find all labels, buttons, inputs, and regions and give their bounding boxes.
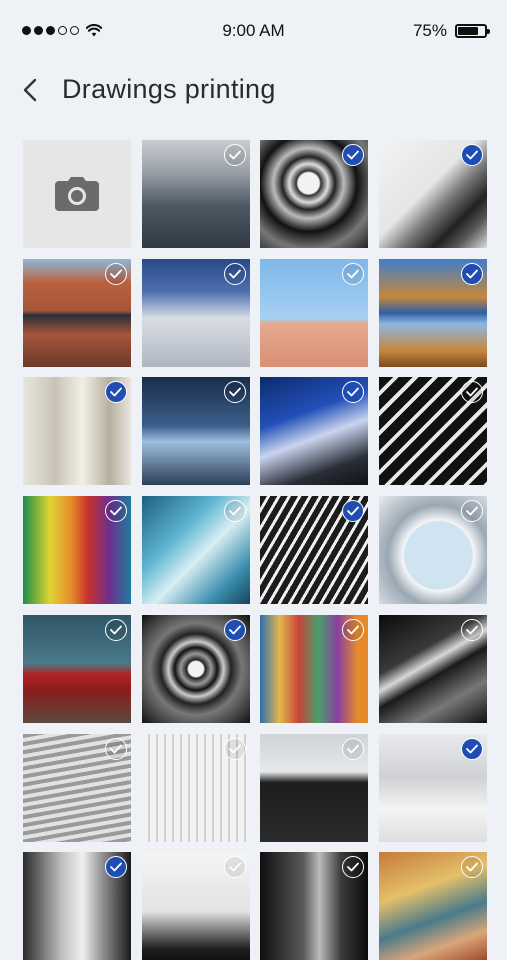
camera-button[interactable] xyxy=(23,140,131,248)
checkmark-unselected-icon[interactable] xyxy=(461,856,483,878)
checkmark-selected-icon[interactable] xyxy=(224,619,246,641)
checkmark-unselected-icon[interactable] xyxy=(224,381,246,403)
checkmark-selected-icon[interactable] xyxy=(342,144,364,166)
photo-tile[interactable] xyxy=(142,496,250,604)
photo-tile[interactable] xyxy=(260,496,368,604)
status-bar: 9:00 AM 75% xyxy=(0,0,507,62)
photo-tile[interactable] xyxy=(379,140,487,248)
checkmark-unselected-icon[interactable] xyxy=(342,738,364,760)
photo-tile[interactable] xyxy=(260,615,368,723)
photo-tile[interactable] xyxy=(142,140,250,248)
battery-percent: 75% xyxy=(412,21,447,40)
photo-tile[interactable] xyxy=(142,259,250,367)
photo-tile[interactable] xyxy=(142,852,250,960)
checkmark-unselected-icon[interactable] xyxy=(461,500,483,522)
chevron-left-icon[interactable] xyxy=(18,75,44,105)
photo-tile[interactable] xyxy=(23,734,131,842)
checkmark-selected-icon[interactable] xyxy=(461,738,483,760)
photo-tile[interactable] xyxy=(142,615,250,723)
photo-tile[interactable] xyxy=(142,377,250,485)
checkmark-unselected-icon[interactable] xyxy=(224,500,246,522)
checkmark-unselected-icon[interactable] xyxy=(105,619,127,641)
photo-tile[interactable] xyxy=(379,852,487,960)
photo-tile[interactable] xyxy=(379,377,487,485)
photo-tile[interactable] xyxy=(142,734,250,842)
checkmark-unselected-icon[interactable] xyxy=(342,856,364,878)
photo-tile[interactable] xyxy=(379,615,487,723)
checkmark-unselected-icon[interactable] xyxy=(224,856,246,878)
page-title: Drawings printing xyxy=(62,74,276,104)
photo-tile[interactable] xyxy=(23,377,131,485)
checkmark-unselected-icon[interactable] xyxy=(342,619,364,641)
photo-tile[interactable] xyxy=(260,852,368,960)
checkmark-selected-icon[interactable] xyxy=(461,144,483,166)
photo-tile[interactable] xyxy=(379,496,487,604)
battery-icon xyxy=(455,24,490,38)
checkmark-unselected-icon[interactable] xyxy=(461,619,483,641)
photo-tile[interactable] xyxy=(23,259,131,367)
photo-tile[interactable] xyxy=(260,140,368,248)
header: Drawings printing xyxy=(0,62,507,122)
checkmark-unselected-icon[interactable] xyxy=(342,263,364,285)
checkmark-selected-icon[interactable] xyxy=(105,856,127,878)
checkmark-selected-icon[interactable] xyxy=(105,381,127,403)
checkmark-selected-icon[interactable] xyxy=(342,500,364,522)
checkmark-selected-icon[interactable] xyxy=(342,381,364,403)
camera-icon xyxy=(55,177,99,211)
photo-tile[interactable] xyxy=(379,259,487,367)
photo-tile[interactable] xyxy=(23,852,131,960)
photo-tile[interactable] xyxy=(379,734,487,842)
photo-tile[interactable] xyxy=(260,259,368,367)
photo-tile[interactable] xyxy=(260,377,368,485)
checkmark-unselected-icon[interactable] xyxy=(105,263,127,285)
checkmark-unselected-icon[interactable] xyxy=(224,263,246,285)
checkmark-unselected-icon[interactable] xyxy=(224,144,246,166)
photo-tile[interactable] xyxy=(260,734,368,842)
checkmark-unselected-icon[interactable] xyxy=(105,738,127,760)
checkmark-unselected-icon[interactable] xyxy=(461,381,483,403)
checkmark-unselected-icon[interactable] xyxy=(105,500,127,522)
photo-tile[interactable] xyxy=(23,615,131,723)
battery-indicator: 75% xyxy=(412,21,490,41)
checkmark-selected-icon[interactable] xyxy=(461,263,483,285)
photo-tile[interactable] xyxy=(23,496,131,604)
checkmark-unselected-icon[interactable] xyxy=(224,738,246,760)
